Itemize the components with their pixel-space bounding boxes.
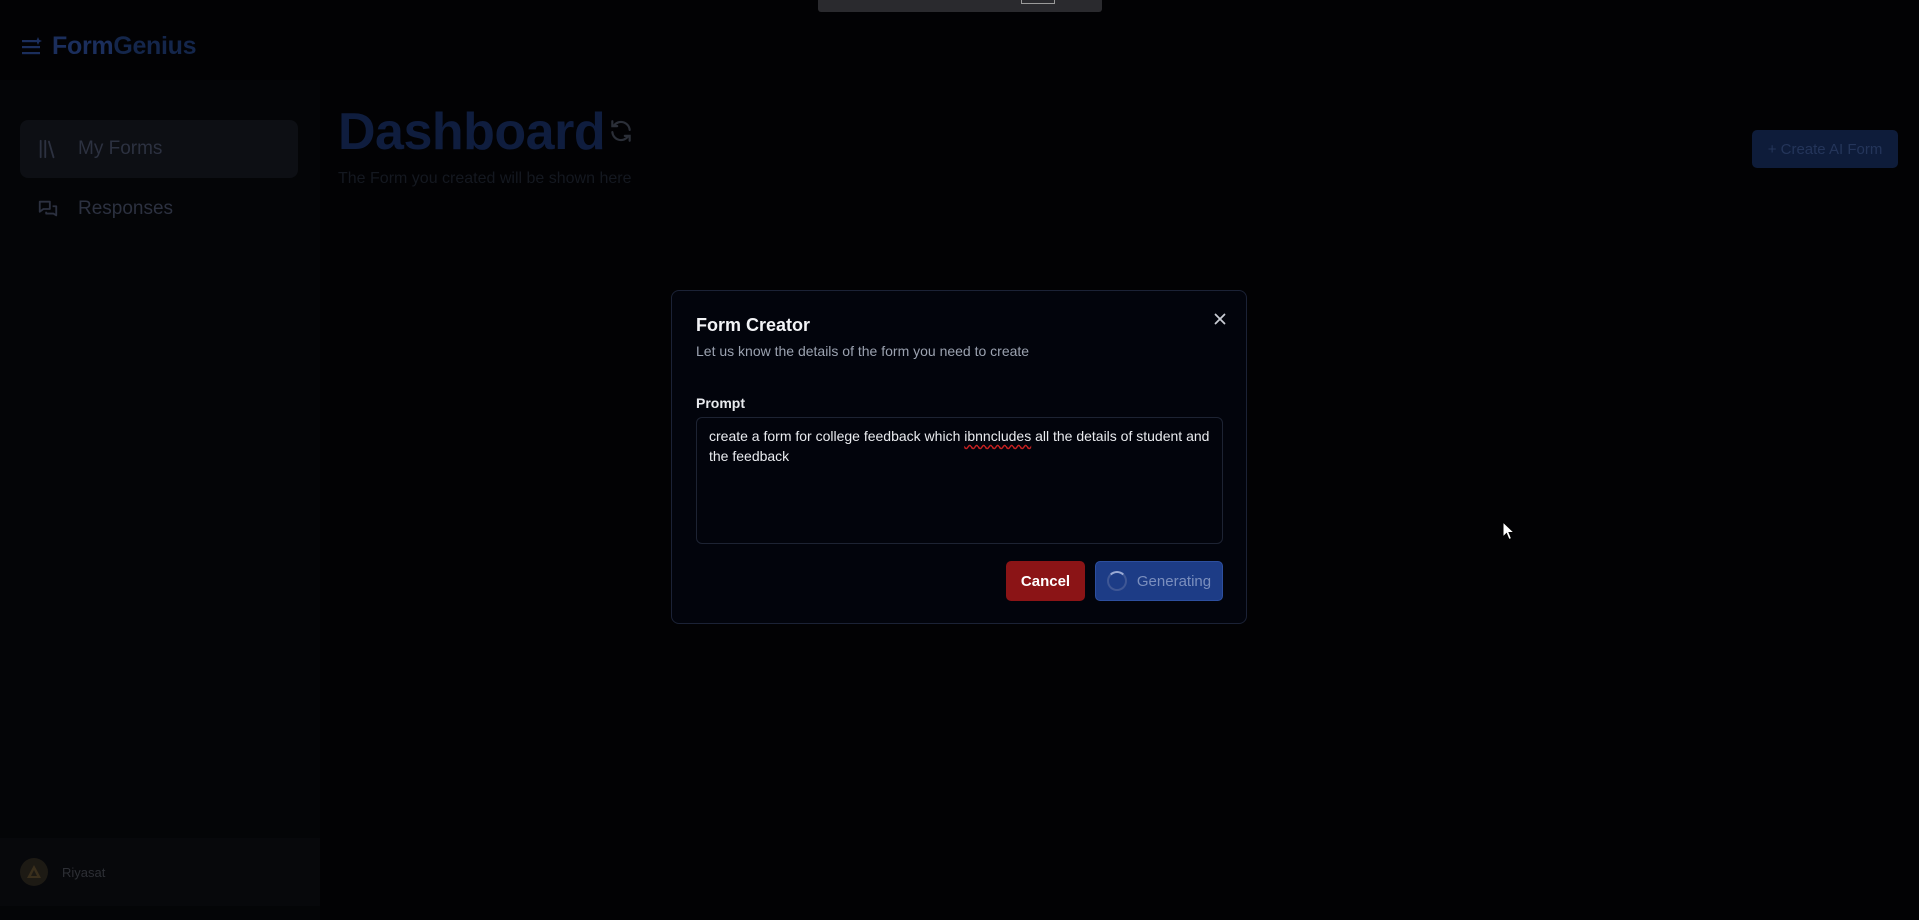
generating-label: Generating xyxy=(1136,572,1212,590)
sidebar-item-responses[interactable]: Responses xyxy=(20,180,298,238)
mouse-cursor-icon xyxy=(1502,520,1516,541)
brand-logo[interactable]: FormGenius xyxy=(20,32,197,61)
library-icon xyxy=(36,137,60,161)
user-profile[interactable]: Riyasat xyxy=(0,838,320,906)
app-root: FormGenius My Forms Responses Riyasat Da… xyxy=(0,0,1919,920)
brand-name-part2: Genius xyxy=(113,32,197,60)
refresh-icon[interactable] xyxy=(608,118,634,144)
user-name: Riyasat xyxy=(62,864,106,880)
brand-name-part1: Form xyxy=(52,32,114,60)
sidebar: My Forms Responses xyxy=(0,80,320,920)
prompt-text-part: create a form for college feedback which xyxy=(709,428,965,444)
page-subtitle: The Form you created will be shown here xyxy=(338,170,632,187)
sidebar-item-my-forms[interactable]: My Forms xyxy=(20,120,298,178)
form-creator-dialog: Form Creator Let us know the details of … xyxy=(671,290,1247,624)
chat-bubbles-icon xyxy=(36,197,60,221)
sidebar-item-label: My Forms xyxy=(78,138,163,159)
dialog-title: Form Creator xyxy=(696,315,811,335)
loading-spinner-icon xyxy=(1106,571,1127,591)
avatar xyxy=(20,858,48,886)
screen-share-bar xyxy=(818,0,1102,12)
cancel-button[interactable]: Cancel xyxy=(1006,561,1085,601)
sidebar-item-label: Responses xyxy=(78,198,174,219)
dialog-description: Let us know the details of the form you … xyxy=(696,343,1030,359)
prompt-misspelled-word: ibnncludes xyxy=(964,428,1032,444)
screen-share-indicator xyxy=(1021,0,1055,4)
create-ai-form-button[interactable]: + Create AI Form xyxy=(1752,130,1898,168)
prompt-label: Prompt xyxy=(696,395,745,411)
page-title: Dashboard xyxy=(338,103,606,161)
brand-name: FormGenius xyxy=(52,32,197,61)
close-icon[interactable] xyxy=(1211,310,1229,328)
form-list-icon xyxy=(20,35,44,59)
prompt-value: create a form for college feedback which… xyxy=(709,428,1209,464)
prompt-textarea[interactable]: create a form for college feedback which… xyxy=(696,417,1223,544)
generating-button[interactable]: Generating xyxy=(1095,561,1223,601)
